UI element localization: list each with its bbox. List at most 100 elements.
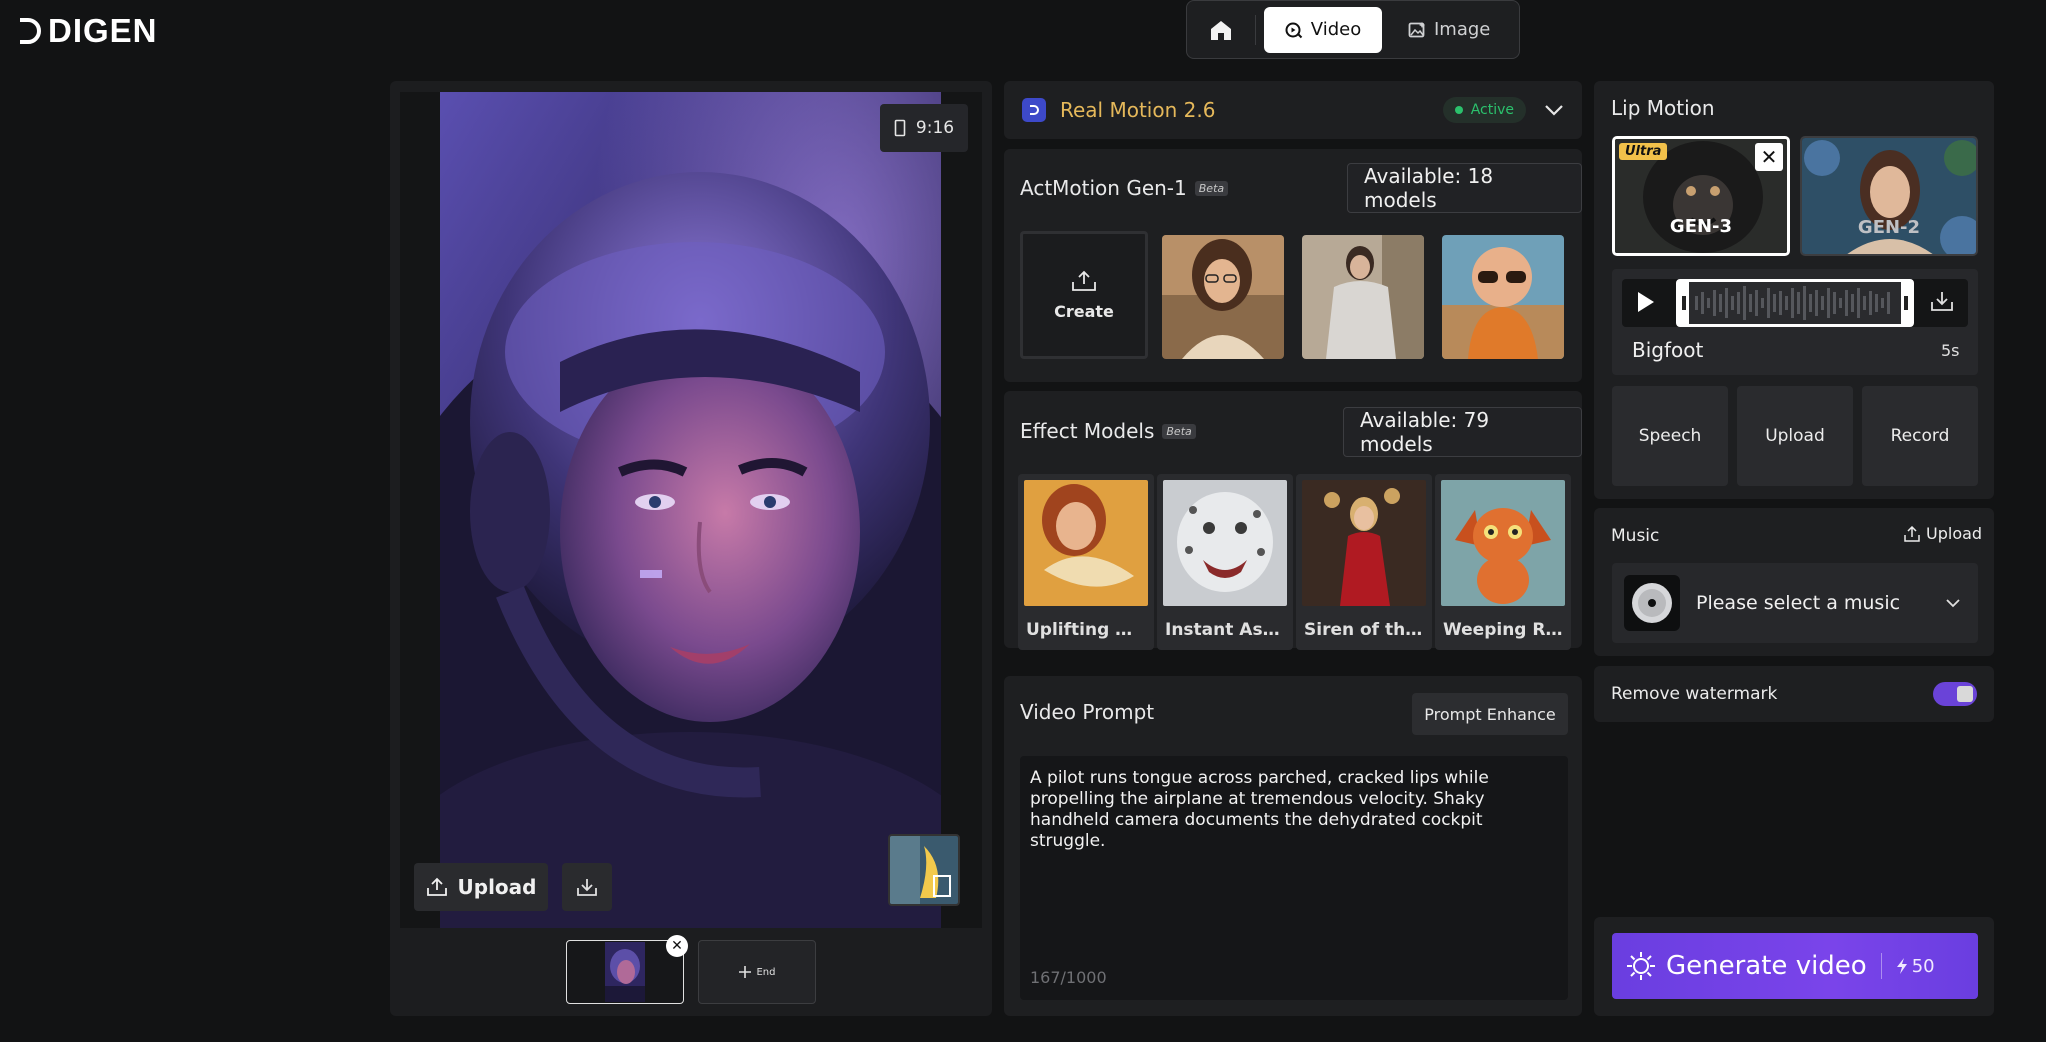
gen2-label: GEN-2	[1857, 217, 1921, 238]
effects-title-text: Effect Models	[1020, 419, 1155, 443]
effect-thumbnail	[1302, 480, 1426, 606]
download-button[interactable]	[562, 863, 612, 911]
status-badge: Active	[1442, 97, 1526, 123]
effects-available-label: Available: 79 models	[1360, 408, 1490, 456]
speech-button[interactable]: Speech	[1612, 386, 1728, 486]
effect-model-tile[interactable]: Siren of the ...	[1296, 474, 1432, 650]
prompt-enhance-button[interactable]: Prompt Enhance	[1412, 693, 1568, 735]
generate-video-label: Generate video	[1666, 951, 1867, 981]
prompt-text: A pilot runs tongue across parched, crac…	[1030, 768, 1489, 851]
tab-video[interactable]: Video	[1264, 6, 1382, 53]
download-icon	[577, 879, 597, 896]
actmotion-title: ActMotion Gen-1 Beta	[1020, 176, 1229, 200]
toggle-knob	[1957, 686, 1973, 702]
end-frame-label: End	[756, 966, 776, 978]
tab-video-label: Video	[1310, 19, 1362, 40]
effect-label: Instant Asc...	[1165, 620, 1285, 640]
music-dropdown[interactable]: Please select a music	[1612, 563, 1978, 643]
effects-available-button[interactable]: Available: 79 models	[1343, 407, 1582, 457]
play-icon	[1638, 292, 1654, 312]
video-icon	[1285, 22, 1302, 38]
speech-label: Speech	[1638, 426, 1702, 446]
sparkle-icon	[1627, 952, 1655, 980]
close-icon[interactable]: ✕	[1755, 143, 1783, 171]
remove-watermark-row: Remove watermark	[1594, 666, 1994, 722]
credit-cost: 50	[1896, 956, 1935, 977]
download-audio-button[interactable]	[1930, 290, 1954, 312]
status-dot-icon	[1454, 106, 1463, 114]
actmotion-model-tile[interactable]	[1302, 235, 1424, 359]
effect-model-tile[interactable]: Weeping Ra...	[1435, 474, 1571, 650]
music-upload-label: Upload	[1926, 524, 1983, 543]
audio-trim-range[interactable]	[1676, 279, 1914, 327]
record-button[interactable]: Record	[1862, 386, 1978, 486]
aspect-ratio-badge[interactable]: 9:16	[880, 104, 968, 152]
model-logo-icon	[1022, 98, 1046, 122]
actmotion-model-tile[interactable]	[1442, 235, 1564, 359]
remove-watermark-label: Remove watermark	[1611, 684, 1778, 704]
actmotion-section: ActMotion Gen-1 Beta Available: 18 model…	[1004, 149, 1582, 382]
waveform-icon	[1679, 282, 1911, 324]
prompt-textarea[interactable]: A pilot runs tongue across parched, crac…	[1020, 756, 1568, 1000]
close-icon: ✕	[671, 938, 683, 954]
character-counter: 167/1000	[1030, 968, 1107, 987]
effect-model-tile[interactable]: Instant Asc...	[1157, 474, 1293, 650]
actmotion-title-text: ActMotion Gen-1	[1020, 176, 1187, 200]
track-name: Bigfoot	[1632, 338, 1704, 362]
nav-divider	[1255, 14, 1256, 45]
phone-icon	[894, 119, 906, 137]
upload-audio-label: Upload	[1765, 426, 1825, 446]
divider	[1880, 953, 1882, 979]
chevron-down-icon[interactable]	[1544, 104, 1564, 116]
aspect-ratio-label: 9:16	[915, 118, 955, 138]
effect-model-tile[interactable]: Uplifting Ne...	[1018, 474, 1154, 650]
model-name: Real Motion 2.6	[1060, 98, 1216, 122]
beta-badge: Beta	[1162, 423, 1196, 439]
play-button[interactable]	[1634, 290, 1656, 314]
gen3-model-card[interactable]: Ultra ✕ GEN-3	[1612, 136, 1790, 256]
track-duration: 5s	[1941, 341, 1960, 360]
generate-video-button[interactable]: Generate video 50	[1612, 933, 1978, 999]
model-selector[interactable]: Real Motion 2.6 Active	[1004, 81, 1582, 139]
tab-image[interactable]: Image	[1390, 7, 1508, 53]
create-actmotion-button[interactable]: Create	[1020, 231, 1148, 359]
video-prompt-title: Video Prompt	[1020, 700, 1155, 724]
effect-label: Siren of the ...	[1304, 620, 1424, 640]
remove-watermark-toggle[interactable]	[1933, 682, 1977, 706]
reference-thumbnail[interactable]	[888, 834, 960, 906]
upload-label: Upload	[457, 875, 537, 899]
gen3-label: GEN-3	[1669, 216, 1733, 237]
gen2-model-card[interactable]: GEN-2	[1800, 136, 1978, 256]
preview-image	[440, 92, 941, 928]
effect-thumbnail	[1441, 480, 1565, 606]
tab-image-label: Image	[1434, 19, 1491, 40]
create-label: Create	[1054, 301, 1114, 321]
effect-models-section: Effect Models Beta Available: 79 models …	[1004, 391, 1582, 650]
upload-image-button[interactable]: Upload	[414, 863, 548, 911]
disc-icon	[1624, 575, 1680, 631]
home-button[interactable]	[1195, 8, 1247, 52]
upload-icon	[426, 877, 447, 896]
mode-switcher: Video Image	[1186, 0, 1520, 59]
effect-label: Uplifting Ne...	[1026, 620, 1146, 640]
actmotion-available-label: Available: 18 models	[1364, 164, 1494, 212]
download-icon	[1931, 292, 1953, 311]
app-logo[interactable]: DIGEN	[16, 12, 158, 50]
add-end-frame-button[interactable]: End	[698, 940, 816, 1004]
upload-audio-button[interactable]: Upload	[1737, 386, 1853, 486]
lip-motion-title: Lip Motion	[1611, 96, 1715, 120]
effects-title: Effect Models Beta	[1020, 419, 1196, 443]
music-upload-button[interactable]: Upload	[1904, 524, 1982, 543]
credit-cost-value: 50	[1911, 955, 1935, 977]
effect-label: Weeping Ra...	[1443, 620, 1563, 640]
music-title: Music	[1611, 526, 1660, 546]
actmotion-available-button[interactable]: Available: 18 models	[1347, 163, 1582, 213]
status-label: Active	[1470, 102, 1514, 118]
effect-thumbnail	[1024, 480, 1148, 606]
actmotion-model-tile[interactable]	[1162, 235, 1284, 359]
upload-icon	[1072, 270, 1096, 291]
ultra-badge: Ultra	[1619, 143, 1668, 160]
remove-frame-button[interactable]: ✕	[666, 935, 688, 957]
prompt-enhance-label: Prompt Enhance	[1424, 704, 1556, 724]
effect-thumbnail	[1163, 480, 1287, 606]
